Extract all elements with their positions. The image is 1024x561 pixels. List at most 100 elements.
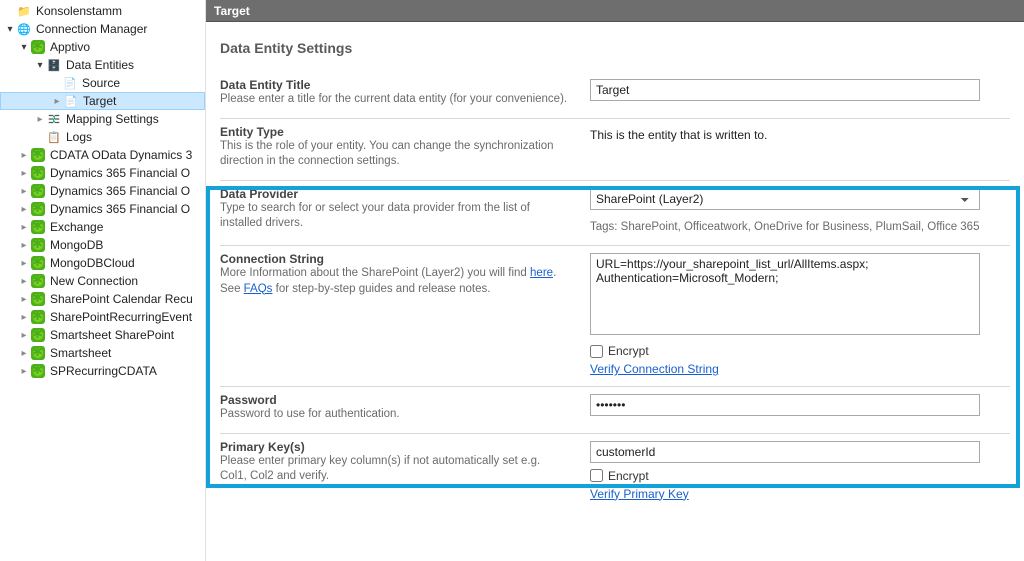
expander-icon[interactable]: [18, 330, 30, 341]
fieldset-primary-key: Primary Key(s) Please enter primary key …: [220, 434, 1010, 511]
expander-icon[interactable]: [18, 258, 30, 269]
field-desc-password: Password to use for authentication.: [220, 407, 570, 423]
gear-icon: [30, 39, 46, 55]
expander-icon[interactable]: [18, 42, 30, 53]
expander-icon[interactable]: [34, 114, 46, 125]
tree-logs[interactable]: 📋 Logs: [0, 128, 205, 146]
gear-icon: [30, 327, 46, 343]
fieldset-entity-type: Entity Type This is the role of your ent…: [220, 119, 1010, 181]
gear-icon: [30, 309, 46, 325]
tree-node[interactable]: New Connection: [0, 272, 205, 290]
provider-tags: Tags: SharePoint, Officeatwork, OneDrive…: [590, 220, 980, 236]
tree-node[interactable]: MongoDBCloud: [0, 254, 205, 272]
logs-icon: 📋: [46, 129, 62, 145]
database-icon: 🗄️: [46, 57, 62, 73]
tree-apptivo-label: Apptivo: [50, 40, 90, 54]
tree-root-label: Konsolenstamm: [36, 4, 122, 18]
tree-connection-manager[interactable]: 🌐 Connection Manager: [0, 20, 205, 38]
expander-icon[interactable]: [18, 294, 30, 305]
expander-icon[interactable]: [18, 204, 30, 215]
tree-de-label: Data Entities: [66, 58, 134, 72]
entity-type-value: This is the entity that is written to.: [590, 126, 980, 142]
expander-icon[interactable]: [18, 366, 30, 377]
tree-logs-label: Logs: [66, 130, 92, 144]
tree-cm-label: Connection Manager: [36, 22, 147, 36]
fieldset-password: Password Password to use for authenticat…: [220, 387, 1010, 434]
pk-encrypt-label: Encrypt: [608, 469, 649, 483]
expander-icon[interactable]: [18, 222, 30, 233]
expander-icon[interactable]: [18, 186, 30, 197]
tree-source[interactable]: 📄 Source: [0, 74, 205, 92]
field-desc-entity-type: This is the role of your entity. You can…: [220, 139, 570, 170]
connection-string-input[interactable]: URL=https://your_sharepoint_list_url/All…: [590, 253, 980, 335]
gear-icon: [30, 165, 46, 181]
panel-header: Target: [206, 0, 1024, 22]
fieldset-title: Data Entity Title Please enter a title f…: [220, 72, 1010, 119]
field-label-password: Password: [220, 393, 570, 407]
tree-target-label: Target: [83, 94, 116, 108]
tree-node[interactable]: SharePointRecurringEvent: [0, 308, 205, 326]
tree-node[interactable]: Exchange: [0, 218, 205, 236]
gear-icon: [30, 237, 46, 253]
mapping-icon: [46, 111, 62, 127]
verify-connection-link[interactable]: Verify Connection String: [590, 362, 719, 376]
tree-apptivo[interactable]: Apptivo: [0, 38, 205, 56]
tree-data-entities[interactable]: 🗄️ Data Entities: [0, 56, 205, 74]
password-input[interactable]: [590, 394, 980, 416]
field-label-entity-type: Entity Type: [220, 125, 570, 139]
expander-icon[interactable]: [18, 276, 30, 287]
expander-icon[interactable]: [18, 150, 30, 161]
tree-node[interactable]: Smartsheet: [0, 344, 205, 362]
expander-icon[interactable]: [18, 240, 30, 251]
tree-panel: 📁 Konsolenstamm 🌐 Connection Manager App…: [0, 0, 205, 561]
pk-encrypt-checkbox[interactable]: [590, 469, 603, 482]
expander-icon[interactable]: [4, 24, 16, 35]
gear-icon: [30, 291, 46, 307]
fieldset-connection-string: Connection String More Information about…: [220, 246, 1010, 387]
expander-icon[interactable]: [51, 96, 63, 107]
gear-icon: [30, 201, 46, 217]
field-label-provider: Data Provider: [220, 187, 570, 201]
expander-icon[interactable]: [18, 168, 30, 179]
gear-icon: [30, 183, 46, 199]
tree-node[interactable]: Dynamics 365 Financial O: [0, 164, 205, 182]
expander-icon[interactable]: [18, 348, 30, 359]
field-desc-pk: Please enter primary key column(s) if no…: [220, 454, 570, 485]
page-icon: 📄: [62, 75, 78, 91]
primary-key-input[interactable]: [590, 441, 980, 463]
gear-icon: [30, 255, 46, 271]
expander-icon[interactable]: [18, 312, 30, 323]
fieldset-data-provider: Data Provider Type to search for or sele…: [220, 181, 1010, 247]
tree-mapping[interactable]: Mapping Settings: [0, 110, 205, 128]
gear-icon: [30, 147, 46, 163]
tree-node[interactable]: SPRecurringCDATA: [0, 362, 205, 380]
field-label-conn: Connection String: [220, 252, 570, 266]
tree-node[interactable]: CDATA OData Dynamics 3: [0, 146, 205, 164]
field-label-pk: Primary Key(s): [220, 440, 570, 454]
tree-source-label: Source: [82, 76, 120, 90]
section-title: Data Entity Settings: [220, 40, 1010, 56]
data-provider-select[interactable]: SharePoint (Layer2): [590, 188, 980, 210]
tree-mapping-label: Mapping Settings: [66, 112, 159, 126]
conn-encrypt-label: Encrypt: [608, 344, 649, 358]
page-icon: 📄: [63, 93, 79, 109]
folder-icon: 📁: [16, 3, 32, 19]
data-entity-title-input[interactable]: [590, 79, 980, 101]
gear-icon: [30, 219, 46, 235]
field-desc-provider: Type to search for or select your data p…: [220, 201, 570, 232]
tree-root[interactable]: 📁 Konsolenstamm: [0, 2, 205, 20]
tree-node[interactable]: MongoDB: [0, 236, 205, 254]
tree-node[interactable]: SharePoint Calendar Recu: [0, 290, 205, 308]
field-label-title: Data Entity Title: [220, 78, 570, 92]
tree-node[interactable]: Smartsheet SharePoint: [0, 326, 205, 344]
verify-primary-key-link[interactable]: Verify Primary Key: [590, 487, 689, 501]
conn-faqs-link[interactable]: FAQs: [244, 283, 273, 295]
tree-node[interactable]: Dynamics 365 Financial O: [0, 200, 205, 218]
field-desc-conn: More Information about the SharePoint (L…: [220, 266, 570, 297]
tree-target[interactable]: 📄 Target: [0, 92, 205, 110]
conn-encrypt-checkbox[interactable]: [590, 345, 603, 358]
expander-icon[interactable]: [34, 60, 46, 71]
field-desc-title: Please enter a title for the current dat…: [220, 92, 570, 108]
tree-node[interactable]: Dynamics 365 Financial O: [0, 182, 205, 200]
conn-here-link[interactable]: here: [530, 267, 553, 279]
